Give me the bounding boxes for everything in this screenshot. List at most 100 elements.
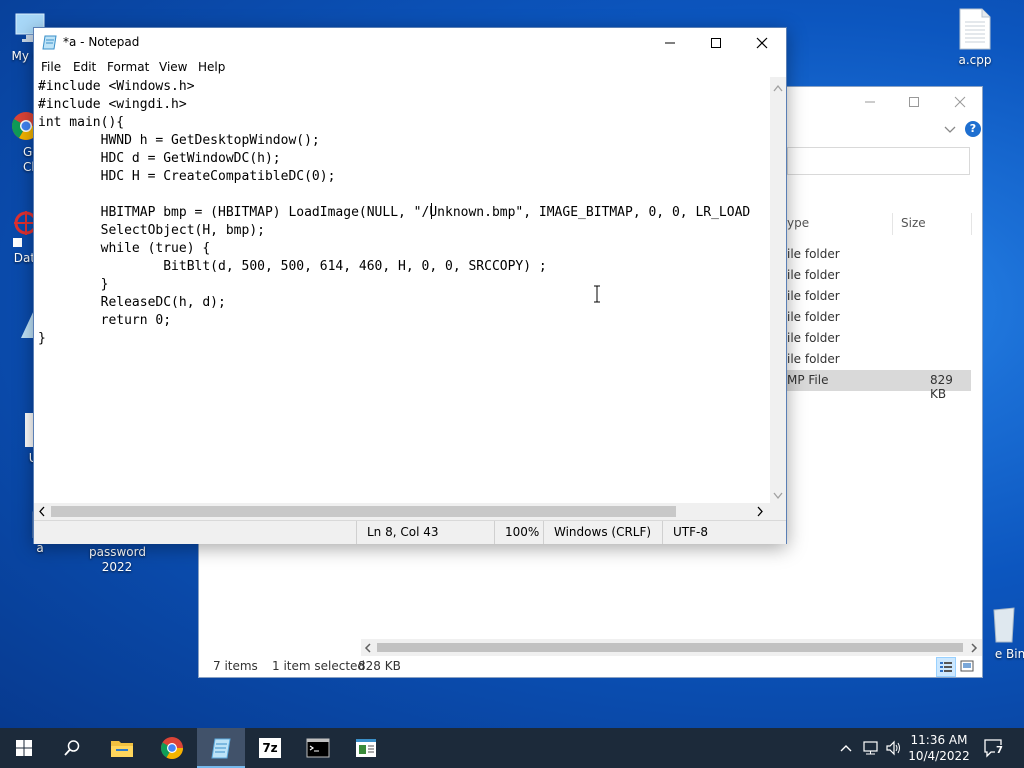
taskbar-file-explorer[interactable]: [98, 728, 146, 768]
taskbar-terminal[interactable]: [294, 728, 342, 768]
scroll-up-arrow[interactable]: [773, 81, 783, 95]
app-icon: [356, 739, 376, 757]
horizontal-scrollbar[interactable]: [34, 503, 770, 520]
help-icon[interactable]: ?: [965, 121, 981, 137]
maximize-icon: [711, 37, 721, 48]
start-button[interactable]: [0, 728, 48, 768]
search-icon: [64, 740, 80, 756]
status-encoding: UTF-8: [662, 521, 787, 544]
scroll-left-arrow[interactable]: [363, 642, 373, 653]
scroll-right-arrow[interactable]: [969, 642, 979, 653]
close-icon: [954, 96, 966, 108]
window-title: *a - Notepad: [63, 35, 140, 49]
notepad-icon: [211, 738, 231, 759]
taskbar-clock[interactable]: 11:36 AM 10/4/2022: [908, 732, 970, 764]
volume-icon: [886, 740, 900, 756]
maximize-icon: [909, 97, 919, 107]
vertical-scrollbar[interactable]: [770, 77, 786, 531]
explorer-minimize-button[interactable]: [847, 87, 893, 117]
file-row-selected[interactable]: MP File 829 KB: [787, 370, 971, 401]
taskbar-notepad[interactable]: [197, 728, 245, 768]
status-selection: 1 item selected: [272, 659, 366, 673]
explorer-close-button[interactable]: [937, 87, 983, 117]
column-header-type[interactable]: ype: [787, 213, 891, 235]
desktop-icon-label: a.cpp: [958, 53, 992, 67]
explorer-status-bar: 7 items 1 item selected 828 KB: [199, 657, 982, 678]
menu-file[interactable]: File: [41, 60, 61, 74]
status-cursor-position: Ln 8, Col 43: [356, 521, 495, 544]
ribbon-expand-icon[interactable]: [944, 123, 956, 137]
large-icons-view-icon: [960, 660, 974, 672]
chrome-icon: [161, 737, 183, 759]
file-row[interactable]: ile folder: [787, 307, 971, 328]
network-button[interactable]: [862, 740, 880, 756]
file-row[interactable]: ile folder: [787, 244, 971, 265]
column-header-size[interactable]: Size: [901, 213, 971, 235]
volume-button[interactable]: [885, 740, 903, 756]
file-row[interactable]: ile folder: [787, 328, 971, 349]
notepad-app-icon: [42, 34, 58, 50]
start-icon: [16, 740, 32, 756]
notepad-minimize-button[interactable]: [647, 28, 693, 57]
editor-content[interactable]: #include <Windows.h> #include <wingdi.h>…: [38, 78, 750, 348]
notepad-status-bar: Ln 8, Col 43 100% Windows (CRLF) UTF-8: [34, 520, 786, 544]
clock-date: 10/4/2022: [908, 749, 970, 763]
taskbar-app[interactable]: [342, 728, 390, 768]
clock-time: 11:36 AM: [910, 733, 968, 747]
7zip-icon: 7z: [259, 738, 281, 758]
explorer-horizontal-scrollbar[interactable]: [361, 639, 982, 656]
recycle-bin-icon: [988, 604, 1018, 644]
search-button[interactable]: [48, 728, 96, 768]
scroll-thumb[interactable]: [377, 643, 963, 652]
desktop: My Co Go Ch DataW Un a password 2022: [0, 0, 1024, 728]
menu-bar: File Edit Format View Help: [34, 57, 786, 77]
status-line-ending: Windows (CRLF): [543, 521, 662, 544]
taskbar-chrome[interactable]: [148, 728, 196, 768]
column-divider[interactable]: [892, 213, 893, 235]
desktop-icon-a-cpp[interactable]: a.cpp: [937, 8, 1013, 68]
menu-help[interactable]: Help: [198, 60, 225, 74]
scroll-thumb[interactable]: [51, 506, 676, 517]
text-editor-area[interactable]: #include <Windows.h> #include <wingdi.h>…: [34, 77, 770, 531]
notification-count-badge: 7: [995, 745, 1004, 756]
desktop-icon-label: e Bin: [994, 647, 1024, 661]
scroll-right-arrow[interactable]: [755, 506, 765, 520]
taskbar-7zip[interactable]: 7z: [246, 728, 294, 768]
file-explorer-icon: [111, 741, 133, 757]
minimize-icon: [665, 42, 675, 43]
notepad-close-button[interactable]: [739, 28, 785, 57]
explorer-maximize-button[interactable]: [891, 87, 937, 117]
file-row[interactable]: ile folder: [787, 286, 971, 307]
menu-format[interactable]: Format: [107, 60, 149, 74]
text-cursor: [431, 203, 432, 219]
search-box[interactable]: [787, 147, 970, 175]
scroll-down-arrow[interactable]: [773, 489, 783, 503]
details-view-icon: [940, 662, 952, 672]
ibeam-mouse-pointer: [593, 285, 601, 303]
show-hidden-icons-button[interactable]: [838, 740, 854, 756]
action-center-button[interactable]: 7: [983, 738, 1005, 758]
notepad-window[interactable]: *a - Notepad File Edit Format View Help …: [33, 27, 787, 544]
scroll-left-arrow[interactable]: [37, 506, 47, 520]
close-icon: [756, 37, 768, 48]
network-icon: [863, 741, 878, 755]
taskbar: 7z 11:36 AM 10/4/2022 7: [0, 728, 1024, 768]
notepad-titlebar[interactable]: *a - Notepad: [34, 28, 786, 57]
large-icons-view-button[interactable]: [958, 657, 978, 677]
scrollbar-corner: [770, 503, 786, 520]
column-divider[interactable]: [971, 213, 972, 235]
status-selection-size: 828 KB: [358, 659, 401, 673]
desktop-icon-label: password 2022: [89, 545, 146, 574]
file-row[interactable]: ile folder: [787, 349, 971, 370]
minimize-icon: [865, 101, 875, 103]
cpp-file-icon: [958, 8, 992, 50]
terminal-icon: [306, 738, 330, 758]
chevron-up-icon: [840, 745, 852, 752]
details-view-button[interactable]: [936, 657, 956, 677]
status-zoom: 100%: [494, 521, 543, 544]
menu-edit[interactable]: Edit: [73, 60, 96, 74]
notepad-maximize-button[interactable]: [693, 28, 739, 57]
file-row[interactable]: ile folder: [787, 265, 971, 286]
status-item-count: 7 items: [213, 659, 258, 673]
menu-view[interactable]: View: [159, 60, 187, 74]
